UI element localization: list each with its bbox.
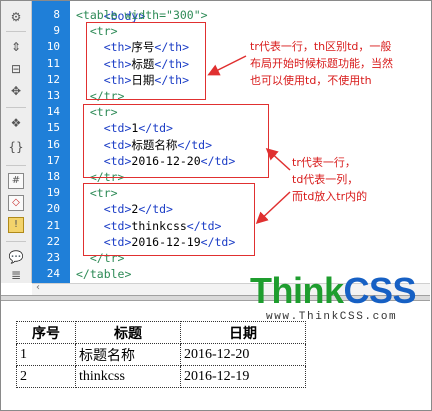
arrow-to-row-2 <box>255 191 291 225</box>
table-cell[interactable]: 2016-12-20 <box>180 343 306 366</box>
table-header-cell[interactable]: 标题 <box>75 321 181 344</box>
scroll-left-icon[interactable]: ‹ <box>36 282 40 293</box>
arrow-to-header-row <box>207 55 247 76</box>
table-cell[interactable]: 1 <box>16 343 76 366</box>
logo-think-text: Think <box>250 270 344 311</box>
logo-css-text: CSS <box>343 270 417 311</box>
table-header-cell[interactable]: 序号 <box>16 321 76 344</box>
table-cell[interactable]: thinkcss <box>75 365 181 388</box>
preview-table[interactable]: 序号 标题 日期 1 标题名称 2016-12-20 2 thinkcss 20… <box>16 321 306 388</box>
thinkcss-logo: ThinkCSS <box>250 270 417 311</box>
table-header-cell[interactable]: 日期 <box>180 321 306 344</box>
table-cell[interactable]: 标题名称 <box>75 343 181 366</box>
table-cell[interactable]: 2 <box>16 365 76 388</box>
table-cell[interactable]: 2016-12-19 <box>180 365 306 388</box>
table-header-row: 序号 标题 日期 <box>16 321 306 344</box>
arrow-to-row-1 <box>265 147 291 171</box>
table-row: 2 thinkcss 2016-12-19 <box>16 365 306 388</box>
table-row: 1 标题名称 2016-12-20 <box>16 343 306 366</box>
